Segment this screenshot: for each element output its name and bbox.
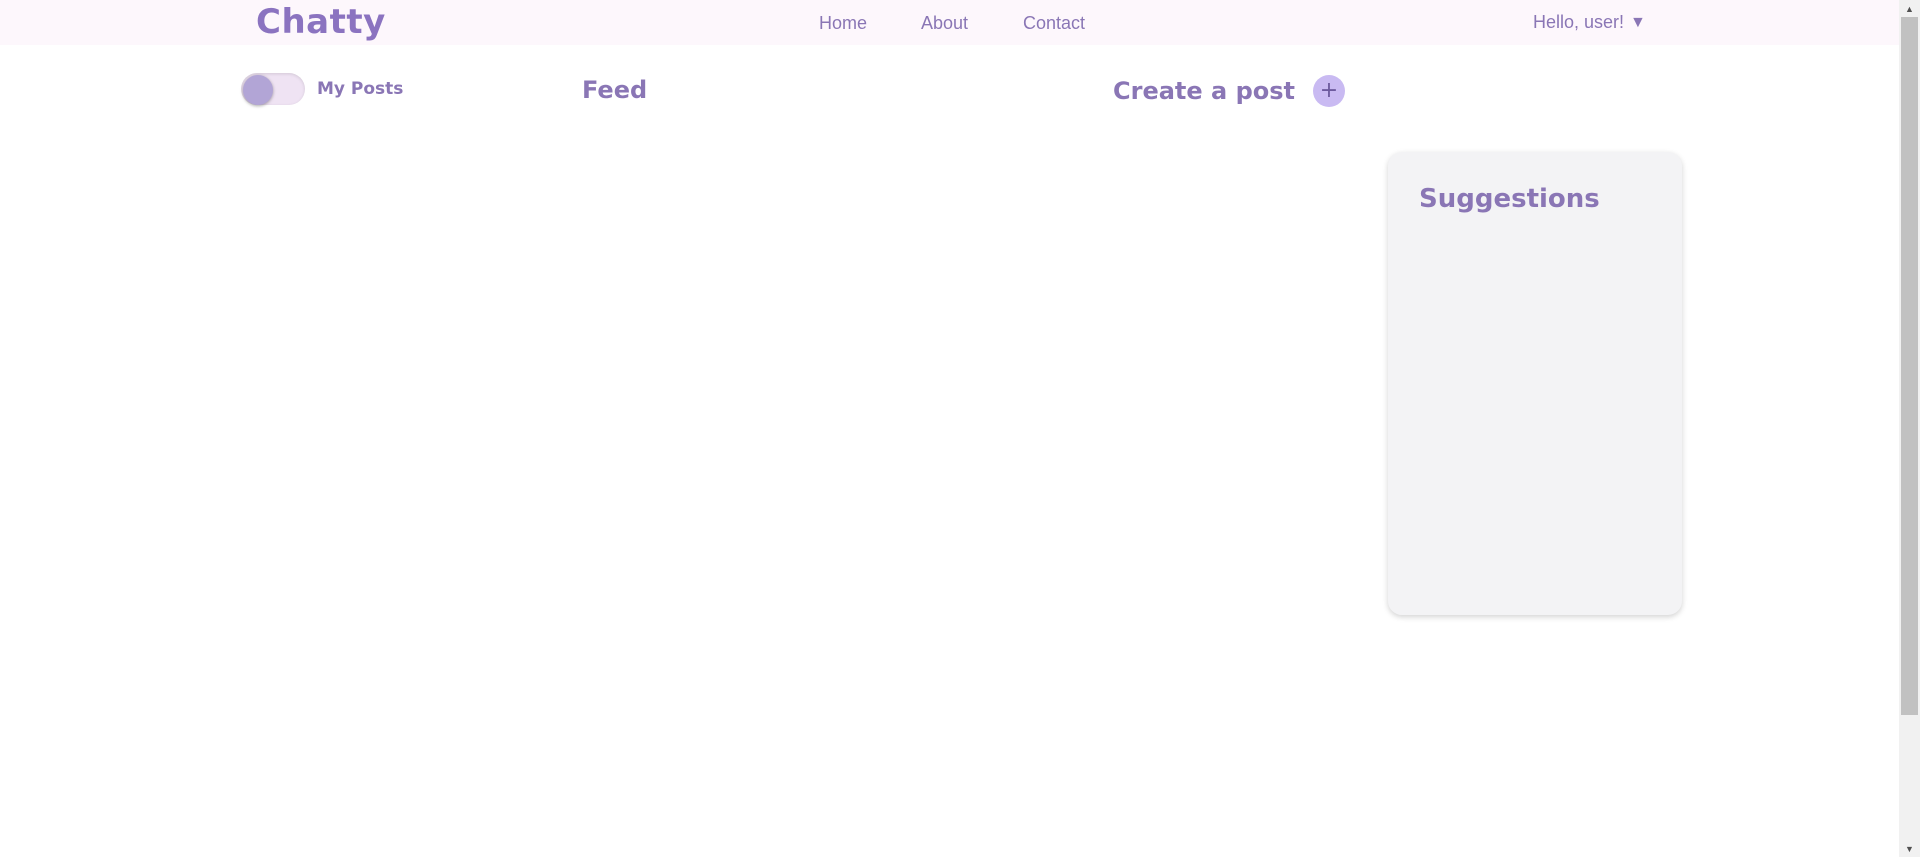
my-posts-toggle[interactable] xyxy=(241,73,305,105)
nav-link-contact[interactable]: Contact xyxy=(1023,13,1085,34)
user-greeting: Hello, user! xyxy=(1533,12,1625,32)
scroll-up-icon[interactable]: ▲ xyxy=(1899,0,1920,17)
nav-link-home[interactable]: Home xyxy=(819,13,867,34)
my-posts-toggle-group: My Posts xyxy=(241,73,403,105)
scroll-thumb[interactable] xyxy=(1901,17,1918,715)
toggle-knob xyxy=(243,75,273,105)
caret-down-icon: ▼ xyxy=(1630,13,1646,31)
create-post-label: Create a post xyxy=(1113,77,1296,105)
suggestions-title: Suggestions xyxy=(1419,184,1600,214)
feed-title: Feed xyxy=(582,76,648,104)
page: Chatty Home About Contact Hello, user! ▼… xyxy=(0,0,1920,857)
scroll-down-icon[interactable]: ▼ xyxy=(1899,840,1920,857)
nav-link-about[interactable]: About xyxy=(921,13,968,34)
my-posts-label: My Posts xyxy=(317,79,404,99)
create-post-button[interactable]: + xyxy=(1313,75,1346,107)
suggestions-card: Suggestions xyxy=(1388,152,1682,615)
user-menu[interactable]: Hello, user! ▼ xyxy=(1533,12,1646,33)
vertical-scrollbar[interactable]: ▲ ▼ xyxy=(1899,0,1920,857)
create-post: Create a post + xyxy=(1113,75,1346,107)
navbar: Chatty Home About Contact Hello, user! ▼ xyxy=(0,0,1899,45)
plus-icon: + xyxy=(1319,78,1339,103)
